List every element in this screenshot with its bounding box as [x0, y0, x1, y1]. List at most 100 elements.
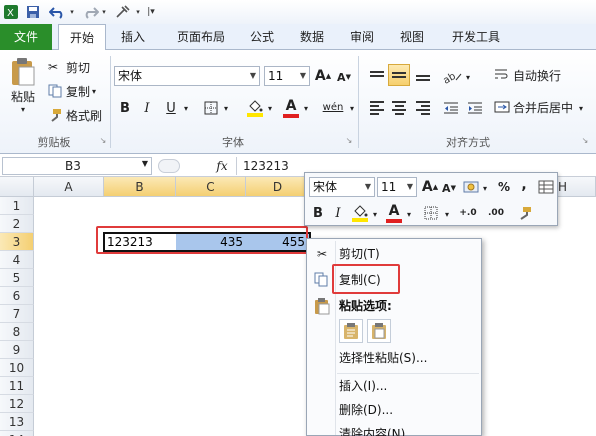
phonetic-button[interactable]: wén — [318, 94, 348, 120]
row-header[interactable]: 11 — [0, 377, 34, 395]
menu-item-cut[interactable]: ✂ 剪切(T) — [307, 243, 481, 265]
mini-percent-button[interactable]: % — [495, 177, 513, 197]
copy-button[interactable]: 复制 ▾ — [48, 82, 108, 100]
mini-font-color-button[interactable]: A — [385, 201, 403, 225]
save-icon[interactable] — [24, 3, 42, 21]
orientation-button[interactable]: ab — [440, 66, 464, 86]
tab-page-layout[interactable]: 页面布局 — [166, 24, 236, 50]
bold-button[interactable]: B — [116, 98, 134, 118]
underline-button[interactable]: U — [162, 98, 180, 118]
mini-format-cells-button[interactable] — [537, 177, 555, 197]
shrink-font-button[interactable]: A ▼ — [335, 68, 353, 86]
italic-button[interactable]: I — [138, 98, 156, 118]
row-header[interactable]: 9 — [0, 341, 34, 359]
undo-icon[interactable] — [46, 3, 68, 21]
row-header[interactable]: 5 — [0, 269, 34, 287]
underline-dropdown-icon[interactable]: ▾ — [182, 100, 190, 116]
tab-file[interactable]: 文件 — [0, 24, 52, 50]
row-header[interactable]: 3 — [0, 233, 34, 251]
row-header[interactable]: 4 — [0, 251, 34, 269]
select-all-corner[interactable] — [0, 177, 34, 197]
tab-data[interactable]: 数据 — [290, 24, 334, 50]
menu-item-insert[interactable]: 插入(I)... — [307, 375, 481, 397]
mini-comma-button[interactable]: , — [517, 175, 531, 195]
excel-logo-icon[interactable]: X — [3, 3, 19, 21]
mini-fill-color-button[interactable] — [349, 201, 371, 225]
row-header[interactable]: 13 — [0, 413, 34, 431]
redo-icon[interactable] — [80, 3, 102, 21]
row-header[interactable]: 8 — [0, 323, 34, 341]
paste-values-button[interactable] — [367, 319, 391, 343]
paste-button[interactable]: 粘贴 ▾ — [4, 54, 42, 116]
merge-dropdown-icon[interactable]: ▾ — [576, 100, 586, 116]
font-color-dropdown-icon[interactable]: ▾ — [302, 100, 310, 116]
clipboard-launcher-icon[interactable]: ↘ — [98, 134, 108, 146]
mini-format-painter-button[interactable] — [515, 203, 535, 223]
formula-bar-resize-handle[interactable] — [158, 159, 180, 173]
borders-button[interactable] — [200, 98, 222, 118]
decrease-indent-button[interactable] — [440, 98, 462, 118]
mini-number-format-dropdown-icon[interactable]: ▾ — [481, 181, 489, 195]
paste-default-button[interactable] — [339, 319, 363, 343]
row-header[interactable]: 6 — [0, 287, 34, 305]
row-header[interactable]: 10 — [0, 359, 34, 377]
mini-borders-button[interactable] — [419, 203, 443, 223]
mini-number-format-button[interactable] — [461, 177, 481, 197]
row-header[interactable]: 2 — [0, 215, 34, 233]
font-color-button[interactable]: A — [282, 96, 300, 120]
mini-font-size-select[interactable]: 11 ▼ — [377, 177, 417, 197]
font-name-select[interactable]: 宋体 ▼ — [114, 66, 260, 86]
align-left-button[interactable] — [366, 98, 388, 118]
tab-insert[interactable]: 插入 — [110, 24, 156, 50]
tab-formulas[interactable]: 公式 — [240, 24, 284, 50]
mini-decrease-decimal-button[interactable]: .00 — [483, 203, 509, 223]
align-center-button[interactable] — [388, 98, 410, 118]
mini-shrink-font-button[interactable]: A ▼ — [441, 179, 457, 197]
menu-item-delete[interactable]: 删除(D)... — [307, 399, 481, 421]
mini-borders-dropdown-icon[interactable]: ▾ — [443, 207, 451, 221]
row-header[interactable]: 14 — [0, 431, 34, 436]
fill-color-dropdown-icon[interactable]: ▾ — [266, 100, 274, 116]
name-box[interactable]: B3 ▼ — [2, 157, 152, 175]
mini-font-color-dropdown-icon[interactable]: ▾ — [405, 207, 413, 221]
row-header[interactable]: 1 — [0, 197, 34, 215]
insert-function-button[interactable]: fx — [210, 157, 234, 175]
borders-dropdown-icon[interactable]: ▾ — [222, 100, 230, 116]
wrap-text-button[interactable]: 自动换行 — [494, 64, 574, 86]
orientation-dropdown-icon[interactable]: ▾ — [464, 70, 472, 84]
undo-dropdown-icon[interactable]: ▾ — [68, 3, 76, 21]
qat-more-icon[interactable]: ▾ — [134, 3, 142, 21]
font-launcher-icon[interactable]: ↘ — [344, 134, 354, 146]
phonetic-dropdown-icon[interactable]: ▾ — [348, 100, 356, 116]
align-bottom-button[interactable] — [412, 66, 434, 86]
merge-center-button[interactable]: 合并后居中 — [494, 96, 574, 118]
font-size-select[interactable]: 11 ▼ — [264, 66, 310, 86]
mini-font-name-select[interactable]: 宋体 ▼ — [309, 177, 375, 197]
tab-developer[interactable]: 开发工具 — [444, 24, 508, 50]
menu-item-paste-special[interactable]: 选择性粘贴(S)... — [307, 347, 481, 369]
column-header[interactable]: D — [246, 177, 310, 197]
tab-home[interactable]: 开始 — [58, 24, 106, 51]
row-header[interactable]: 12 — [0, 395, 34, 413]
tab-review[interactable]: 审阅 — [340, 24, 384, 50]
mini-bold-button[interactable]: B — [309, 203, 327, 223]
column-header[interactable]: B — [104, 177, 176, 197]
align-right-button[interactable] — [412, 98, 434, 118]
column-header[interactable]: A — [34, 177, 104, 197]
row-header[interactable]: 7 — [0, 305, 34, 323]
cut-button[interactable]: ✂ 剪切 — [48, 58, 108, 76]
menu-item-clear[interactable]: 清除内容(N) — [307, 423, 481, 436]
qat-customize-dropdown-icon[interactable]: |▾ — [146, 3, 156, 21]
column-header[interactable]: C — [176, 177, 246, 197]
customize-icon[interactable] — [112, 3, 134, 21]
mini-grow-font-button[interactable]: A ▲ — [421, 177, 439, 197]
align-top-button[interactable] — [366, 66, 388, 86]
grow-font-button[interactable]: A ▲ — [314, 66, 332, 86]
align-middle-button[interactable] — [388, 64, 410, 86]
increase-indent-button[interactable] — [464, 98, 486, 118]
mini-italic-button[interactable]: I — [329, 203, 347, 223]
tab-view[interactable]: 视图 — [390, 24, 434, 50]
redo-dropdown-icon[interactable]: ▾ — [100, 3, 108, 21]
mini-fill-color-dropdown-icon[interactable]: ▾ — [371, 207, 379, 221]
mini-increase-decimal-button[interactable]: +.0 — [455, 203, 481, 223]
